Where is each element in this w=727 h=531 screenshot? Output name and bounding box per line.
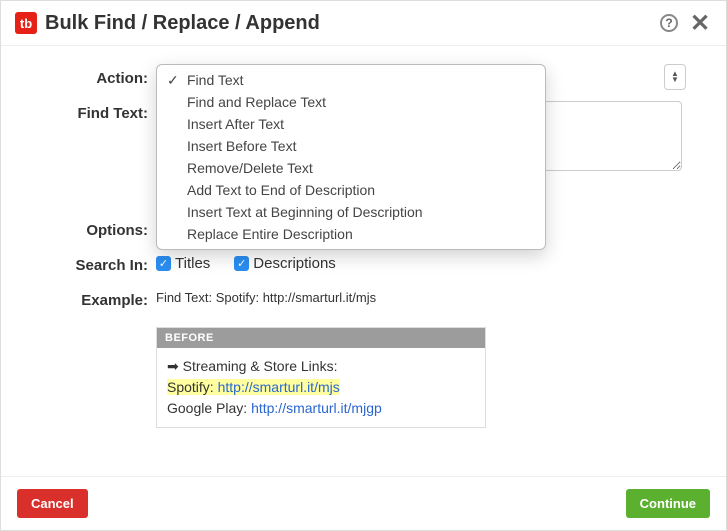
before-row: BEFORE ➡ Streaming & Store Links: Spotif… (41, 313, 686, 428)
before-box: BEFORE ➡ Streaming & Store Links: Spotif… (156, 327, 486, 428)
modal-footer: Cancel Continue (1, 476, 726, 530)
dropdown-item-replace-entire[interactable]: Replace Entire Description (157, 223, 545, 245)
before-line-1-text: Streaming & Store Links: (183, 358, 338, 374)
app-logo: tb (15, 12, 37, 34)
spotify-prefix: Spotify: (167, 379, 218, 395)
highlighted-text: Spotify: http://smarturl.it/mjs (167, 379, 340, 395)
before-header: BEFORE (157, 328, 485, 348)
titles-option[interactable]: ✓ Titles (156, 255, 210, 272)
arrow-icon: ➡ (167, 358, 179, 374)
options-label: Options: (41, 218, 156, 239)
dropdown-item-remove-delete[interactable]: Remove/Delete Text (157, 157, 545, 179)
dropdown-item-add-end[interactable]: Add Text to End of Description (157, 179, 545, 201)
before-line-2: Spotify: http://smarturl.it/mjs (167, 377, 475, 398)
cancel-button[interactable]: Cancel (17, 489, 88, 518)
action-row: Action: ▲▼ Find Text Find and Replace Te… (41, 66, 686, 87)
action-label: Action: (41, 66, 156, 87)
search-in-row: Search In: ✓ Titles ✓ Descriptions (41, 253, 686, 274)
dropdown-item-insert-before[interactable]: Insert Before Text (157, 135, 545, 157)
bulk-find-replace-modal: tb Bulk Find / Replace / Append ? ✕ Acti… (0, 0, 727, 531)
before-line-3: Google Play: http://smarturl.it/mjgp (167, 398, 475, 419)
googleplay-prefix: Google Play: (167, 400, 251, 416)
example-text: Find Text: Spotify: http://smarturl.it/m… (156, 288, 686, 305)
before-line-1: ➡ Streaming & Store Links: (167, 356, 475, 377)
checkbox-checked-icon: ✓ (234, 256, 249, 271)
help-icon[interactable]: ? (660, 14, 678, 32)
spacer (41, 313, 156, 317)
modal-header: tb Bulk Find / Replace / Append ? ✕ (1, 1, 726, 46)
continue-button[interactable]: Continue (626, 489, 710, 518)
before-field: BEFORE ➡ Streaming & Store Links: Spotif… (156, 313, 686, 428)
dropdown-item-find-text[interactable]: Find Text (157, 69, 545, 91)
find-text-label: Find Text: (41, 101, 156, 122)
search-in-label: Search In: (41, 253, 156, 274)
googleplay-link[interactable]: http://smarturl.it/mjgp (251, 400, 382, 416)
checkbox-checked-icon: ✓ (156, 256, 171, 271)
descriptions-label: Descriptions (253, 255, 336, 272)
example-row: Example: Find Text: Spotify: http://smar… (41, 288, 686, 309)
close-icon[interactable]: ✕ (688, 11, 712, 35)
spotify-link[interactable]: http://smarturl.it/mjs (218, 379, 340, 395)
modal-title: Bulk Find / Replace / Append (45, 12, 660, 35)
example-label: Example: (41, 288, 156, 309)
select-arrow-icon[interactable]: ▲▼ (664, 64, 686, 90)
action-dropdown[interactable]: Find Text Find and Replace Text Insert A… (156, 64, 546, 250)
descriptions-option[interactable]: ✓ Descriptions (234, 255, 336, 272)
dropdown-item-insert-beginning[interactable]: Insert Text at Beginning of Description (157, 201, 545, 223)
before-body: ➡ Streaming & Store Links: Spotify: http… (157, 348, 485, 427)
modal-content: Action: ▲▼ Find Text Find and Replace Te… (1, 46, 726, 476)
dropdown-item-find-replace[interactable]: Find and Replace Text (157, 91, 545, 113)
search-in-field: ✓ Titles ✓ Descriptions (156, 253, 686, 272)
dropdown-item-insert-after[interactable]: Insert After Text (157, 113, 545, 135)
titles-label: Titles (175, 255, 210, 272)
